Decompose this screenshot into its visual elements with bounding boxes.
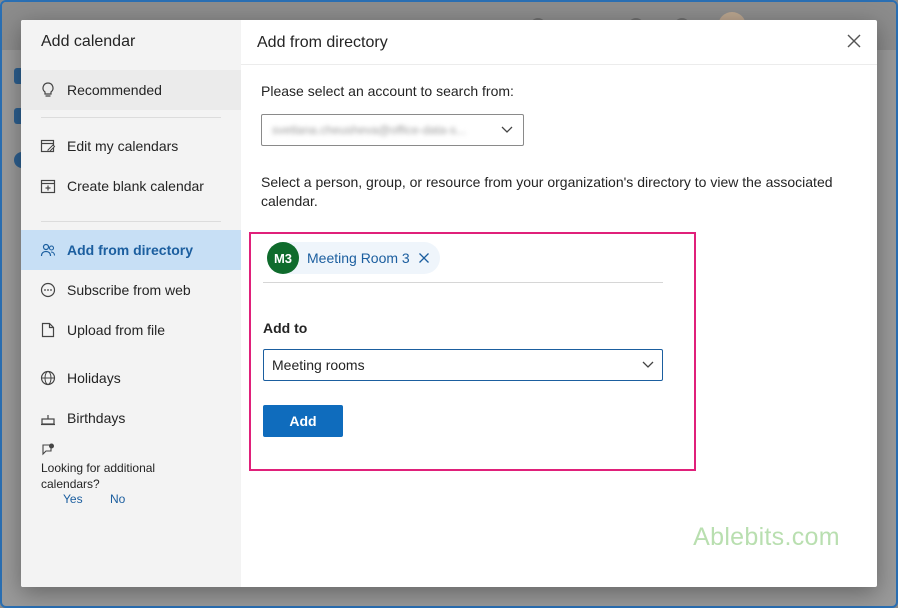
feedback-yes-link[interactable]: Yes: [63, 492, 83, 506]
add-calendar-icon: [40, 178, 56, 194]
sidebar-item-holidays[interactable]: Holidays: [21, 358, 241, 398]
account-value: svetlana.cheusheva@office-data-s...: [272, 123, 467, 137]
sidebar-item-label: Birthdays: [67, 410, 126, 426]
divider: [41, 117, 221, 118]
main-panel: Add from directory Please select an acco…: [241, 20, 877, 587]
add-button[interactable]: Add: [263, 405, 343, 437]
divider: [241, 64, 877, 65]
file-upload-icon: [40, 322, 56, 338]
chevron-down-icon: [501, 126, 513, 133]
sidebar-item-label: Recommended: [67, 82, 162, 98]
add-to-value: Meeting rooms: [272, 357, 365, 373]
close-icon: [847, 34, 861, 48]
sidebar-item-birthdays[interactable]: Birthdays: [21, 398, 241, 438]
sidebar-item-upload-file[interactable]: Upload from file: [21, 310, 241, 350]
link-icon: [40, 282, 56, 298]
search-underline: [263, 282, 663, 283]
sidebar-item-label: Subscribe from web: [67, 282, 191, 298]
directory-description: Select a person, group, or resource from…: [261, 174, 833, 209]
page-title: Add from directory: [257, 34, 388, 51]
selected-resource-chip: M3 Meeting Room 3: [267, 242, 440, 274]
remove-chip-icon[interactable]: [418, 252, 430, 264]
divider: [41, 221, 221, 222]
sidebar-item-label: Holidays: [67, 370, 121, 386]
add-to-select[interactable]: Meeting rooms: [263, 349, 663, 381]
sidebar-item-label: Create blank calendar: [67, 178, 204, 194]
add-to-label: Add to: [263, 320, 308, 336]
resource-name: Meeting Room 3: [307, 250, 410, 266]
sidebar-item-add-from-directory[interactable]: Add from directory: [21, 230, 241, 270]
edit-calendar-icon: [40, 138, 56, 154]
close-button[interactable]: [845, 32, 863, 50]
account-prompt: Please select an account to search from:: [261, 83, 514, 99]
sidebar: Add calendar Recommended Edit my calenda…: [21, 20, 241, 587]
feedback-question: Looking for additional calendars?: [41, 461, 156, 491]
sidebar-item-label: Upload from file: [67, 322, 166, 338]
sidebar-item-create-blank[interactable]: Create blank calendar: [21, 166, 241, 206]
people-icon: [40, 242, 56, 258]
sidebar-title: Add calendar: [41, 33, 136, 50]
sidebar-item-subscribe-web[interactable]: Subscribe from web: [21, 270, 241, 310]
globe-icon: [40, 370, 56, 386]
cake-icon: [40, 410, 56, 426]
sidebar-item-label: Edit my calendars: [67, 138, 179, 154]
lightbulb-icon: [40, 82, 56, 98]
feedback-no-link[interactable]: No: [110, 492, 125, 506]
sidebar-item-edit-calendars[interactable]: Edit my calendars: [21, 126, 241, 166]
account-select[interactable]: svetlana.cheusheva@office-data-s...: [261, 114, 524, 146]
sidebar-item-label: Add from directory: [67, 242, 194, 258]
add-calendar-dialog: Add calendar Recommended Edit my calenda…: [21, 20, 877, 587]
watermark: Ablebits.com: [678, 507, 855, 567]
resource-avatar: M3: [267, 242, 299, 274]
chevron-down-icon: [642, 361, 654, 368]
sidebar-item-recommended[interactable]: Recommended: [21, 70, 241, 110]
